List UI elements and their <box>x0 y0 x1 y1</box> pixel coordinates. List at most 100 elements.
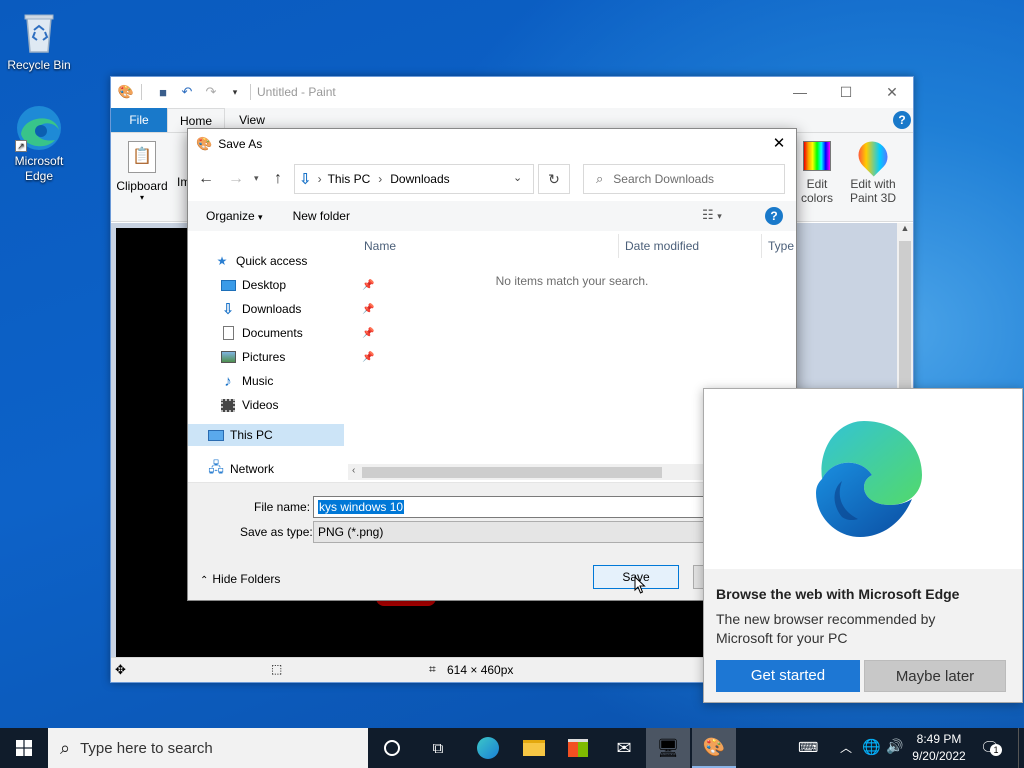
tab-file[interactable]: File <box>111 108 167 132</box>
get-started-button[interactable]: Get started <box>716 660 860 692</box>
taskbar-file-explorer[interactable] <box>512 728 556 768</box>
customize-quick-access-icon[interactable]: ▾ <box>226 83 244 101</box>
address-bar[interactable]: ⇩ › This PC › Downloads ⌄ <box>294 164 534 194</box>
nav-videos[interactable]: Videos <box>220 394 278 416</box>
nav-downloads[interactable]: ⇩ Downloads 📌 <box>220 298 375 320</box>
edge-icon <box>477 737 499 759</box>
clipboard-label: Clipboard <box>116 179 168 193</box>
nav-network[interactable]: 🖧 Network <box>208 458 274 480</box>
refresh-button[interactable]: ↻ <box>538 164 570 194</box>
column-type[interactable]: Type <box>768 232 798 260</box>
organize-button[interactable]: Organize ▾ <box>206 209 263 223</box>
desktop-icon <box>220 277 236 293</box>
pictures-icon <box>220 349 236 365</box>
search-icon: ⌕ <box>60 737 71 758</box>
edge-label: Microsoft Edge <box>14 154 64 183</box>
video-icon <box>220 397 236 413</box>
mouse-cursor-icon <box>634 575 646 597</box>
search-icon: ⌕ <box>596 171 604 186</box>
undo-icon[interactable]: ↶ <box>178 83 196 101</box>
edge-logo-icon <box>802 417 926 544</box>
forward-arrow-icon[interactable]: → <box>228 170 244 188</box>
edge-promo-popup[interactable]: Browse the web with Microsoft Edge The n… <box>703 388 1023 703</box>
edge-popup-body: The new browser recommended by Microsoft… <box>716 611 936 646</box>
canvas-size-icon: ⌗ <box>429 662 436 676</box>
redo-icon[interactable]: ↷ <box>202 83 220 101</box>
taskbar-search-box[interactable]: ⌕ Type here to search <box>48 728 368 768</box>
nav-quick-access[interactable]: ★ Quick access <box>214 250 308 272</box>
save-as-type-label: Save as type: <box>240 525 313 539</box>
store-icon <box>568 739 588 757</box>
dialog-title: Save As <box>218 137 263 151</box>
action-center-keyboard-icon[interactable]: ⌨ <box>798 739 818 756</box>
address-dropdown-icon[interactable]: ⌄ <box>513 171 522 184</box>
column-name[interactable]: Name <box>364 232 618 260</box>
windows-logo-icon <box>16 740 32 756</box>
edit-colors-button[interactable]: Edit colors <box>797 137 837 217</box>
dialog-close-button[interactable]: ✕ <box>762 129 796 159</box>
mail-icon: ✉ <box>616 737 632 758</box>
app-window-icon: 🖥 <box>656 737 680 758</box>
taskbar-paint[interactable]: 🎨 <box>692 728 736 768</box>
recent-locations-icon[interactable]: ▾ <box>254 173 259 184</box>
nav-this-pc[interactable]: This PC <box>188 424 344 446</box>
taskbar: ⌕ Type here to search ⧉ ✉ 🖥 🎨 ⌨ ︿ 🌐 🔊 8:… <box>0 728 1024 768</box>
breadcrumb-this-pc[interactable]: This PC <box>328 172 371 186</box>
desktop-icon-edge[interactable]: ↗ Microsoft Edge <box>1 104 77 184</box>
new-folder-button[interactable]: New folder <box>293 209 350 223</box>
task-view-icon: ⧉ <box>432 739 444 757</box>
network-status-icon[interactable]: 🌐 <box>862 738 881 756</box>
color-palette-icon <box>803 141 831 171</box>
clock[interactable]: 8:49 PM 9/20/2022 <box>910 731 968 765</box>
help-icon[interactable]: ? <box>893 111 911 129</box>
chevron-up-icon: ⌃ <box>200 575 209 586</box>
paint-title: Untitled - Paint <box>257 85 336 99</box>
downloads-arrow-icon: ⇩ <box>299 171 312 188</box>
back-arrow-icon[interactable]: ← <box>198 170 214 188</box>
refresh-icon: ↻ <box>548 171 560 187</box>
maximize-button[interactable]: ☐ <box>823 77 869 107</box>
task-view-button[interactable]: ⧉ <box>416 728 460 768</box>
dialog-titlebar[interactable]: 🎨 Save As ✕ <box>188 129 796 159</box>
show-desktop-button[interactable] <box>1018 728 1024 768</box>
minimize-button[interactable]: — <box>777 77 823 107</box>
nav-music[interactable]: ♪ Music <box>220 370 273 392</box>
taskbar-app[interactable]: 🖥 <box>646 728 690 768</box>
cortana-button[interactable] <box>370 728 414 768</box>
computer-icon <box>208 427 224 443</box>
notifications-button[interactable]: 🗨 1 <box>980 738 1002 758</box>
canvas-dimensions: 614 × 460px <box>447 663 514 677</box>
nav-documents[interactable]: Documents 📌 <box>220 322 374 344</box>
maybe-later-button[interactable]: Maybe later <box>864 660 1006 692</box>
column-date-modified[interactable]: Date modified <box>625 232 761 260</box>
paint3d-icon <box>852 135 894 177</box>
up-arrow-icon[interactable]: ↑ <box>274 170 282 188</box>
taskbar-edge[interactable] <box>466 728 510 768</box>
download-icon: ⇩ <box>221 301 235 318</box>
view-options-icon[interactable]: ☷ ▾ <box>702 207 722 223</box>
show-hidden-icons[interactable]: ︿ <box>840 739 852 756</box>
clock-time: 8:49 PM <box>916 732 962 746</box>
clipboard-group[interactable]: 📋 Clipboard ▾ <box>115 137 169 217</box>
notification-count: 1 <box>990 744 1002 756</box>
recycle-bin-label: Recycle Bin <box>7 58 71 72</box>
nav-pictures[interactable]: Pictures 📌 <box>220 346 374 368</box>
taskbar-mail[interactable]: ✉ <box>602 728 646 768</box>
dialog-help-icon[interactable]: ? <box>765 207 783 225</box>
hide-folders-button[interactable]: ⌃ Hide Folders <box>200 572 280 586</box>
cortana-icon <box>384 740 400 756</box>
breadcrumb-downloads[interactable]: Downloads <box>390 172 449 186</box>
network-icon: 🖧 <box>208 459 224 475</box>
search-downloads-input[interactable]: ⌕ Search Downloads <box>583 164 785 194</box>
taskbar-store[interactable] <box>556 728 600 768</box>
close-button[interactable]: ✕ <box>869 77 915 107</box>
save-icon[interactable]: ■ <box>154 83 172 101</box>
nav-desktop[interactable]: Desktop 📌 <box>220 274 374 296</box>
clipboard-icon: 📋 <box>128 141 156 173</box>
start-button[interactable] <box>0 728 48 768</box>
edit-with-paint3d-button[interactable]: Edit with Paint 3D <box>845 135 901 217</box>
paint-app-icon: 🎨 <box>117 84 135 99</box>
volume-icon[interactable]: 🔊 <box>886 738 903 755</box>
desktop-icon-recycle-bin[interactable]: Recycle Bin <box>1 8 77 73</box>
recycle-bin-icon <box>15 8 63 56</box>
